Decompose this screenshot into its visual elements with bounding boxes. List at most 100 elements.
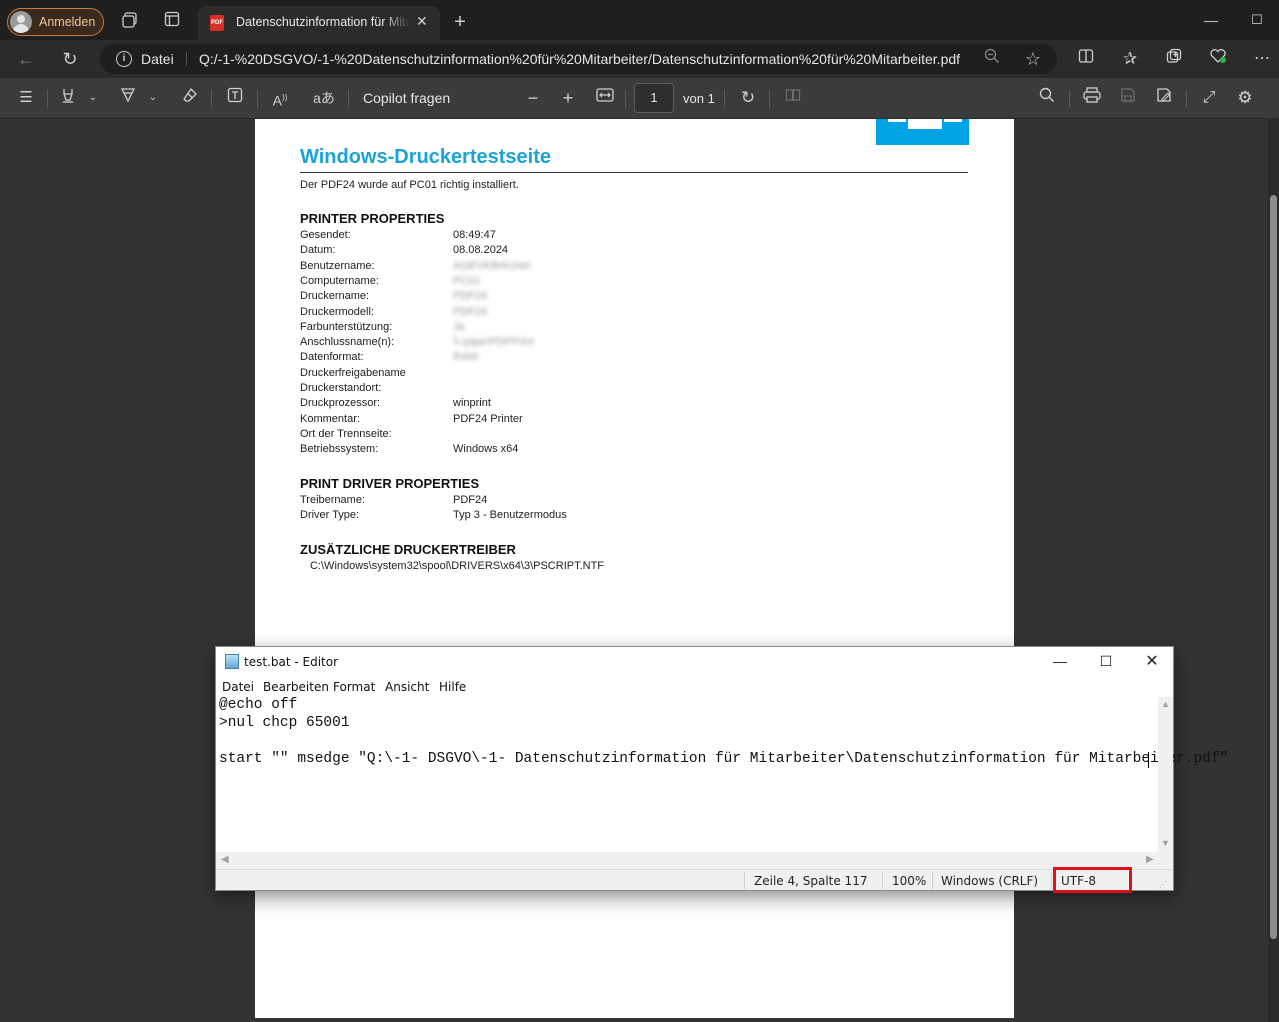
tab-active-pdf[interactable]: PDF Datenschutzinformation für Mitarbeit… xyxy=(198,6,440,40)
property-key: Betriebssystem: xyxy=(300,443,379,456)
zoom-in-plus-icon[interactable]: + xyxy=(557,87,579,109)
install-confirmation-text: Der PDF24 wurde auf PC01 richtig install… xyxy=(300,179,519,191)
property-key: Druckerfreigabename xyxy=(300,366,406,379)
scroll-down-arrow-icon[interactable]: ▼ xyxy=(1161,838,1170,848)
sign-in-label: Anmelden xyxy=(39,15,96,29)
property-key: Druckerstandort: xyxy=(300,382,382,394)
notepad-minimize-icon[interactable]: — xyxy=(1037,647,1083,676)
search-icon[interactable] xyxy=(1036,87,1058,109)
text-box-icon[interactable] xyxy=(224,87,246,109)
resize-grip-icon[interactable]: ⋰ xyxy=(1159,880,1169,890)
settings-gear-icon[interactable]: ⚙ xyxy=(1234,87,1256,109)
additional-drivers-heading: ZUSÄTZLICHE DRUCKERTREIBER xyxy=(300,542,516,557)
notepad-close-icon[interactable]: ✕ xyxy=(1129,647,1175,676)
toolbar-divider xyxy=(1069,90,1070,108)
property-key: Druckername: xyxy=(300,290,370,303)
property-key: Druckprozessor: xyxy=(300,397,381,410)
tab-close-icon[interactable]: ✕ xyxy=(416,13,428,30)
fit-to-width-icon[interactable] xyxy=(594,87,616,109)
property-value: winprint xyxy=(453,397,491,410)
highlight-icon[interactable] xyxy=(57,87,79,109)
property-value: Windows x64 xyxy=(453,443,519,456)
notepad-vertical-scrollbar[interactable]: ▲ ▼ xyxy=(1158,697,1173,852)
split-screen-icon[interactable] xyxy=(1075,48,1097,70)
scroll-up-arrow-icon[interactable]: ▲ xyxy=(1161,699,1170,709)
status-cursor-position: Zeile 4, Spalte 117 xyxy=(754,874,868,888)
refresh-icon[interactable]: ↻ xyxy=(59,48,81,70)
menu-bearbeiten[interactable]: Bearbeiten xyxy=(263,680,329,694)
property-key: Benutzername: xyxy=(300,259,375,272)
zoom-out-icon[interactable] xyxy=(981,48,1003,70)
editor-line: >nul chcp 65001 xyxy=(219,715,350,731)
scroll-left-arrow-icon[interactable]: ◀ xyxy=(221,854,229,865)
window-maximize-icon[interactable]: ☐ xyxy=(1246,9,1268,31)
property-key: Datenformat: xyxy=(300,351,364,364)
page-count-label: von 1 xyxy=(683,91,715,106)
notepad-horizontal-scrollbar[interactable]: ◀ ▶ xyxy=(216,852,1158,869)
favorites-icon[interactable]: ✰ xyxy=(1119,48,1141,70)
zoom-out-minus-icon[interactable]: − xyxy=(522,87,544,109)
encoding-highlight-box xyxy=(1053,867,1132,893)
page-number-input[interactable]: 1 xyxy=(634,83,674,113)
toolbar-divider xyxy=(769,90,770,108)
more-menu-icon[interactable]: ⋯ xyxy=(1251,48,1273,70)
workspaces-icon[interactable] xyxy=(119,11,141,33)
pdf-scrollbar[interactable] xyxy=(1268,119,1279,1022)
page-title: Windows-Druckertestseite xyxy=(300,146,551,168)
pdf-scrollbar-thumb[interactable] xyxy=(1270,195,1277,939)
notepad-title-bar[interactable]: test.bat - Editor — ☐ ✕ xyxy=(216,647,1173,676)
browser-tab-bar: Anmelden PDF Datenschutzinformation für … xyxy=(0,0,1279,40)
property-value: PDF24 xyxy=(453,494,488,506)
print-icon[interactable] xyxy=(1081,87,1103,109)
copilot-ask-button[interactable]: Copilot fragen xyxy=(363,90,450,106)
status-line-ending: Windows (CRLF) xyxy=(941,874,1039,888)
back-arrow-icon[interactable]: ← xyxy=(15,48,37,70)
address-url[interactable]: Q:/-1-%20DSGVO/-1-%20Datenschutzinformat… xyxy=(199,51,969,67)
translate-icon[interactable]: aあ xyxy=(313,87,335,109)
status-divider xyxy=(932,872,933,889)
notepad-maximize-icon[interactable]: ☐ xyxy=(1083,647,1129,676)
save-as-icon[interactable] xyxy=(1153,87,1175,109)
menu-hilfe[interactable]: Hilfe xyxy=(439,680,466,694)
property-value: 08.08.2024 xyxy=(453,244,509,257)
notepad-menu-bar: Datei Bearbeiten Format Ansicht Hilfe xyxy=(216,677,1173,697)
notepad-text-area[interactable]: @echo off >nul chcp 65001 start "" msedg… xyxy=(216,697,1228,852)
title-divider xyxy=(300,172,968,173)
property-value: PC01 xyxy=(453,274,481,287)
vertical-tabs-icon[interactable] xyxy=(161,11,183,33)
fullscreen-icon[interactable]: ⤢ xyxy=(1198,87,1220,109)
read-aloud-icon[interactable]: A)) xyxy=(269,87,291,109)
menu-datei[interactable]: Datei xyxy=(222,680,254,694)
scroll-right-arrow-icon[interactable]: ▶ xyxy=(1146,854,1154,865)
tab-title: Datenschutzinformation für Mitarbeiter.p… xyxy=(236,15,410,29)
driver-path-text: C:\Windows\system32\spool\DRIVERS\x64\3\… xyxy=(310,560,605,572)
eraser-icon[interactable] xyxy=(179,87,201,109)
new-tab-icon[interactable]: + xyxy=(449,11,471,33)
draw-icon[interactable] xyxy=(117,87,139,109)
notepad-window-title: test.bat - Editor xyxy=(244,655,339,669)
sign-in-button[interactable]: Anmelden xyxy=(7,8,104,36)
rotate-icon[interactable]: ↻ xyxy=(737,87,759,109)
favorite-star-icon[interactable]: ☆ xyxy=(1022,48,1044,70)
property-key: Druckermodell: xyxy=(300,305,374,318)
toolbar-divider xyxy=(47,90,48,108)
save-icon[interactable] xyxy=(1117,87,1139,109)
toolbar-divider xyxy=(257,90,258,108)
page-view-icon[interactable] xyxy=(782,87,804,109)
menu-format[interactable]: Format xyxy=(333,680,375,694)
browser-essentials-icon[interactable] xyxy=(1207,48,1229,70)
notepad-window[interactable]: test.bat - Editor — ☐ ✕ Datei Bearbeiten… xyxy=(215,646,1228,893)
info-icon[interactable]: i xyxy=(116,51,132,67)
property-value: AGEVKBrKchet xyxy=(453,259,531,272)
window-minimize-icon[interactable]: — xyxy=(1200,9,1222,31)
property-key: Farbunterstützung: xyxy=(300,320,393,333)
draw-options-chevron-icon[interactable]: ⌄ xyxy=(146,87,160,109)
contents-list-icon[interactable]: ☰ xyxy=(15,87,37,109)
menu-ansicht[interactable]: Ansicht xyxy=(385,680,429,694)
address-bar[interactable]: i Datei Q:/-1-%20DSGVO/-1-%20Datenschutz… xyxy=(100,44,1057,74)
property-value: \\.\pipe\PDFPrint xyxy=(453,336,534,349)
collections-icon[interactable] xyxy=(1163,48,1185,70)
property-key: Anschlussname(n): xyxy=(300,336,395,349)
property-value: RAW xyxy=(453,351,479,364)
highlight-options-chevron-icon[interactable]: ⌄ xyxy=(86,87,100,109)
